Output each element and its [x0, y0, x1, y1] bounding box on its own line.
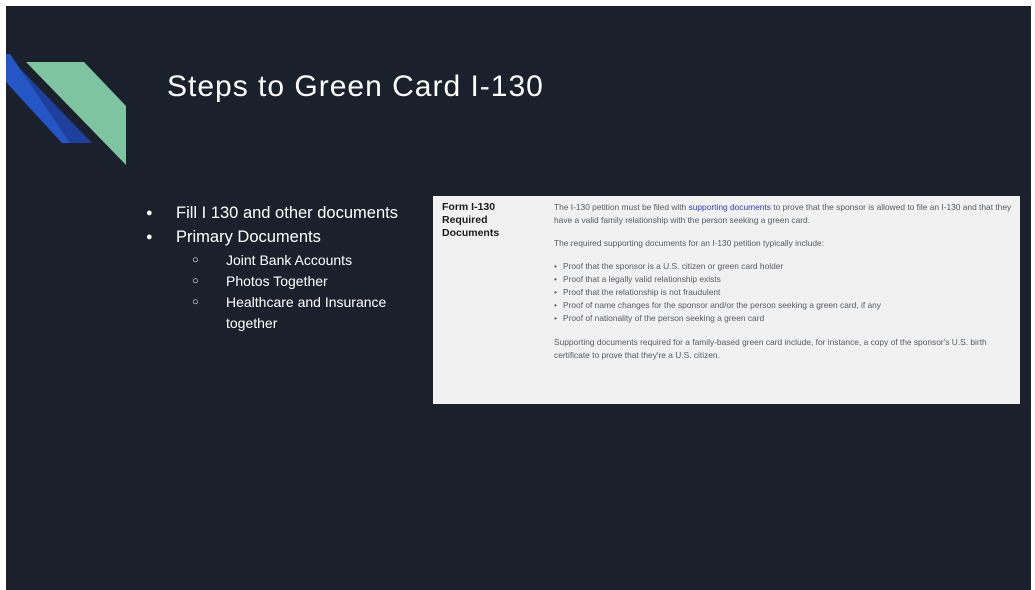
bullet-text: Fill I 130 and other documents [176, 204, 398, 222]
slide-title: Steps to Green Card I-130 [167, 70, 544, 103]
bullet-list: Fill I 130 and other documents Primary D… [146, 202, 431, 336]
requirements-list: Proof that the sponsor is a U.S. citizen… [554, 260, 1014, 325]
requirement-item: Proof that the relationship is not fraud… [554, 286, 1014, 299]
requirement-item: Proof that a legally valid relationship … [554, 273, 1014, 286]
intro-text-start: The I-130 petition must be filed with [554, 202, 689, 212]
corner-decoration [6, 54, 126, 165]
sub-bullet-list: Joint Bank Accounts Photos Together Heal… [176, 250, 431, 334]
bullet-primary-documents: Primary Documents Joint Bank Accounts Ph… [146, 226, 431, 334]
requirement-item: Proof of nationality of the person seeki… [554, 312, 1014, 325]
supporting-documents-link: supporting documents [688, 202, 771, 212]
sub-bullet-healthcare: Healthcare and Insurance together [170, 292, 431, 334]
closing-paragraph: Supporting documents required for a fami… [554, 337, 987, 360]
screenshot-heading: Form I-130 Required Documents [442, 201, 500, 239]
slide: Steps to Green Card I-130 Fill I 130 and… [6, 6, 1031, 590]
subheading-paragraph: The required supporting documents for an… [554, 238, 825, 248]
bullet-fill-i130: Fill I 130 and other documents [146, 202, 431, 224]
requirement-item: Proof of name changes for the sponsor an… [554, 299, 1014, 312]
sub-bullet-photos: Photos Together [170, 271, 431, 292]
embedded-webpage-screenshot: Form I-130 Required Documents The I-130 … [433, 196, 1020, 404]
screenshot-body: The I-130 petition must be filed with su… [554, 201, 1014, 362]
intro-paragraph: The I-130 petition must be filed with su… [554, 201, 1014, 227]
sub-bullet-joint-bank: Joint Bank Accounts [170, 250, 431, 271]
requirement-item: Proof that the sponsor is a U.S. citizen… [554, 260, 1014, 273]
bullet-text: Primary Documents [176, 228, 321, 246]
